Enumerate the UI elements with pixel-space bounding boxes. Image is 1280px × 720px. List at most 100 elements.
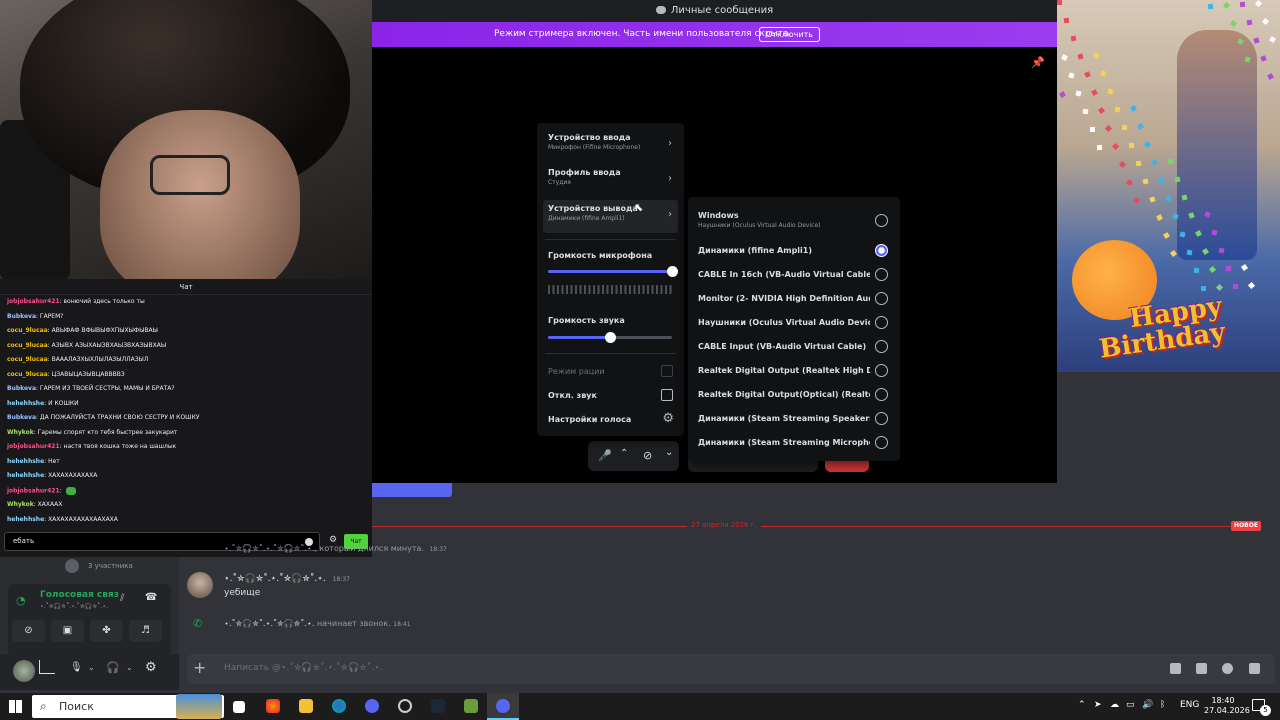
- chat-username[interactable]: Bubkeva: [7, 313, 36, 320]
- output-device-radio[interactable]: [875, 340, 888, 353]
- pin-icon[interactable]: 📌: [1031, 56, 1045, 69]
- activities-button[interactable]: ✤: [90, 620, 123, 642]
- user-avatar[interactable]: [13, 660, 35, 682]
- call-started-user[interactable]: ⋆.˚✮🎧✮˚.⋆.˚✮🎧✮˚.⋆.: [224, 619, 314, 628]
- chat-username[interactable]: jobjobsahur421: [7, 487, 60, 494]
- obs-icon[interactable]: [398, 699, 412, 713]
- gift-icon[interactable]: [1170, 663, 1181, 674]
- message-input[interactable]: Написать @⋆.˚✮🎧✮˚.⋆.˚✮🎧✮˚.⋆.: [224, 663, 383, 673]
- windows-start-icon[interactable]: [9, 700, 22, 713]
- file-explorer-icon[interactable]: [299, 699, 313, 713]
- clock[interactable]: 18:40 27.04.2026: [1204, 696, 1250, 716]
- messenger-icon[interactable]: [365, 699, 379, 713]
- chat-username[interactable]: hehehhshe: [7, 472, 44, 479]
- chat-username[interactable]: Bubkeva: [7, 414, 36, 421]
- chevron-down-icon[interactable]: ⌄: [126, 663, 133, 672]
- noise-suppression-icon[interactable]: ⫽: [120, 593, 124, 604]
- avatar[interactable]: [187, 572, 213, 598]
- menu-item-input-profile[interactable]: Профиль ввода Студия ›: [543, 167, 678, 197]
- output-device-option[interactable]: CABLE Input (VB-Audio Virtual Cable): [698, 341, 870, 352]
- chevron-down-icon[interactable]: ⌄: [88, 663, 95, 672]
- gear-icon[interactable]: ⚙: [662, 411, 674, 426]
- output-device-radio[interactable]: [875, 316, 888, 329]
- chat-username[interactable]: jobjobsahur421: [7, 443, 60, 450]
- output-device-option[interactable]: Наушники (Oculus Virtual Audio Device): [698, 317, 870, 328]
- soundboard-button[interactable]: ♬: [129, 620, 162, 642]
- message-author[interactable]: ⋆.˚✮🎧✮˚.⋆.˚✮🎧✮˚.⋆.: [224, 574, 326, 584]
- walkie-talkie-label: Режим рации: [548, 367, 605, 376]
- radio-windows-default[interactable]: [875, 214, 888, 227]
- output-device-option[interactable]: Динамики (Steam Streaming Microphone): [698, 437, 870, 448]
- minecraft-icon[interactable]: [464, 699, 478, 713]
- bluetooth-icon[interactable]: ᛒ: [1160, 700, 1165, 710]
- network-icon[interactable]: ▭: [1126, 700, 1135, 710]
- window-titlebar: Личные сообщения: [372, 0, 1057, 22]
- output-device-radio[interactable]: [875, 412, 888, 425]
- output-device-option[interactable]: Динамики (Steam Streaming Speakers): [698, 413, 870, 424]
- chat-username[interactable]: jobjobsahur421: [7, 298, 60, 305]
- output-device-option[interactable]: Динамики (fifine Ampli1): [698, 245, 870, 256]
- chat-username[interactable]: cocu_9lucaa: [7, 371, 48, 378]
- camera-off-button[interactable]: ⊘: [12, 620, 45, 642]
- chevron-up-icon[interactable]: ⌃: [620, 448, 628, 459]
- disconnect-icon[interactable]: ☎: [145, 592, 157, 603]
- voice-status-title[interactable]: Голосовая связ: [40, 590, 119, 600]
- gear-icon[interactable]: ⚙: [145, 660, 157, 675]
- birthday-text: Happy Birthday: [1097, 292, 1227, 365]
- sticker-icon[interactable]: [1222, 663, 1233, 674]
- output-windows-default[interactable]: Windows Наушники (Oculus Virtual Audio D…: [698, 210, 893, 230]
- call-controls: 🎤 ⌃ ⊘ ⌄: [588, 441, 679, 471]
- microphone-icon[interactable]: 🎙: [70, 662, 83, 673]
- edge-icon[interactable]: [332, 699, 346, 713]
- chat-username[interactable]: hehehhshe: [7, 458, 44, 465]
- chat-username[interactable]: cocu_9lucaa: [7, 342, 48, 349]
- output-device-radio[interactable]: [875, 268, 888, 281]
- mute-sound-checkbox[interactable]: [661, 389, 673, 401]
- chat-username[interactable]: Whykok: [7, 501, 34, 508]
- chat-username[interactable]: Bubkeva: [7, 385, 36, 392]
- share-screen-button[interactable]: ▣: [51, 620, 84, 642]
- output-device-option[interactable]: Realtek Digital Output (Realtek High Def…: [698, 365, 870, 376]
- menu-item-input-device[interactable]: Устройство ввода Микрофон (Fifine Microp…: [543, 132, 678, 162]
- date-divider-line: [372, 526, 1262, 527]
- output-device-option[interactable]: CABLE In 16ch (VB-Audio Virtual Cable): [698, 269, 870, 280]
- firefox-icon[interactable]: [266, 699, 280, 713]
- chevron-down-icon[interactable]: ⌄: [665, 447, 673, 458]
- sound-volume-knob[interactable]: [604, 332, 616, 343]
- telegram-icon[interactable]: ➤: [1094, 700, 1102, 710]
- volume-icon[interactable]: 🔊: [1142, 700, 1153, 710]
- gif-icon[interactable]: [1196, 663, 1207, 674]
- output-device-radio[interactable]: [875, 436, 888, 449]
- output-device-radio[interactable]: [875, 364, 888, 377]
- call-ended-text: ⋆.˚✮🎧✮˚.⋆.˚✮🎧✮˚.⋆., который длился минут…: [224, 544, 424, 553]
- voice-settings-label[interactable]: Настройки голоса: [548, 414, 631, 425]
- chat-username[interactable]: hehehhshe: [7, 400, 44, 407]
- tray-overflow-icon[interactable]: ⌃: [1078, 700, 1086, 710]
- language-indicator[interactable]: ENG: [1180, 700, 1199, 710]
- mic-volume-slider[interactable]: [548, 266, 678, 277]
- output-device-radio[interactable]: [875, 388, 888, 401]
- mic-volume-knob[interactable]: [666, 266, 678, 277]
- emoji-icon[interactable]: [1249, 663, 1260, 674]
- headphones-icon[interactable]: 🎧: [106, 661, 120, 674]
- menu-item-output-device[interactable]: Устройство вывода Динамики (fifine Ampli…: [543, 200, 678, 233]
- steam-icon[interactable]: [431, 699, 445, 713]
- sound-volume-slider[interactable]: [548, 332, 672, 343]
- camera-off-icon[interactable]: ⊘: [643, 449, 652, 462]
- output-device-option[interactable]: Monitor (2- NVIDIA High Definition Audio…: [698, 293, 870, 304]
- output-device-radio[interactable]: [875, 244, 888, 257]
- chat-username[interactable]: Whykok: [7, 429, 34, 436]
- chat-username[interactable]: cocu_9lucaa: [7, 327, 48, 334]
- output-device-radio[interactable]: [875, 292, 888, 305]
- walkie-talkie-checkbox[interactable]: [661, 365, 673, 377]
- cloud-icon[interactable]: ☁: [1110, 700, 1119, 710]
- discord-icon[interactable]: [496, 699, 510, 713]
- task-view-icon[interactable]: [233, 701, 245, 713]
- chat-username[interactable]: cocu_9lucaa: [7, 356, 48, 363]
- disable-streamer-mode-button[interactable]: Отключить: [759, 27, 820, 42]
- add-attachment-button[interactable]: +: [193, 660, 206, 676]
- microphone-icon[interactable]: 🎤: [598, 449, 612, 462]
- output-device-option[interactable]: Realtek Digital Output(Optical) (Realtek…: [698, 389, 870, 400]
- chat-username[interactable]: hehehhshe: [7, 516, 44, 523]
- input-device-title: Устройство ввода: [548, 133, 631, 142]
